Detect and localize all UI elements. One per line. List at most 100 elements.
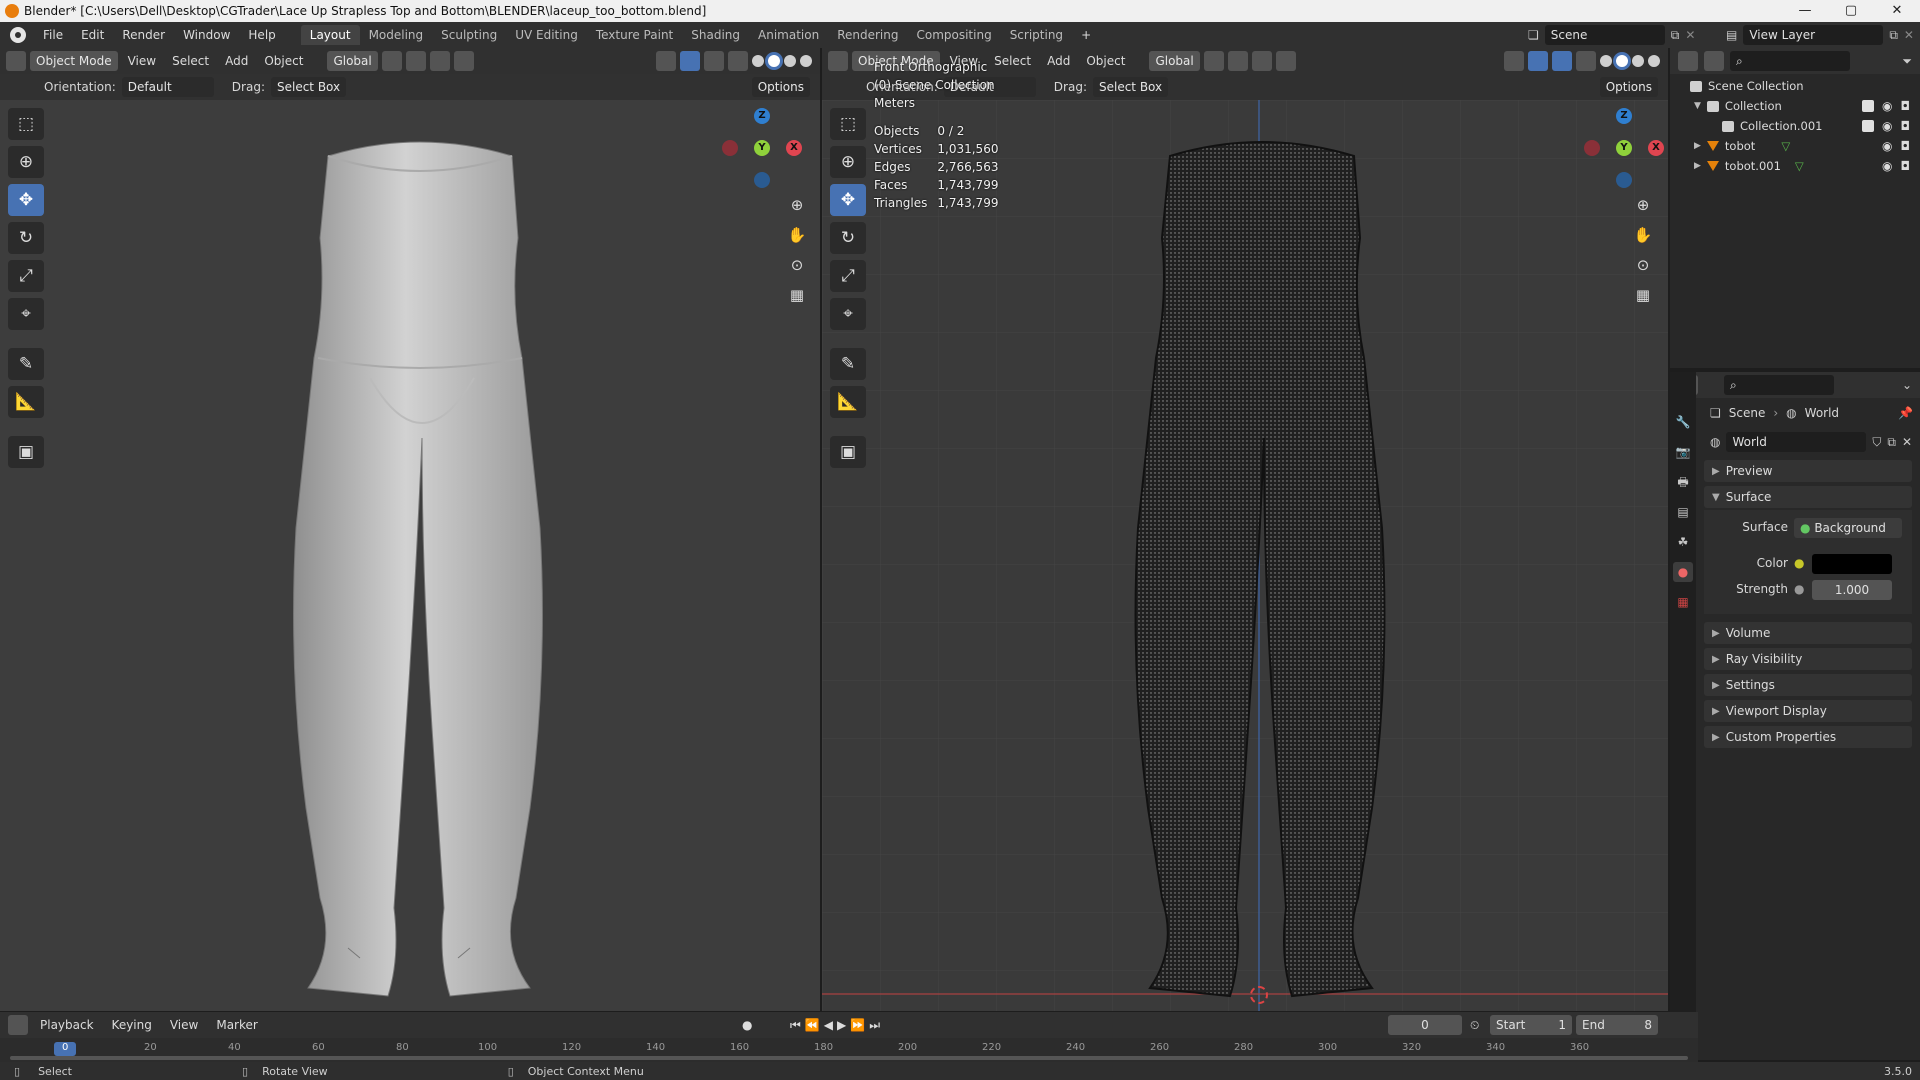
workspace-tab-animation[interactable]: Animation: [749, 25, 828, 45]
tool-tab-icon[interactable]: 🔧: [1673, 412, 1693, 432]
workspace-tab-sculpting[interactable]: Sculpting: [432, 25, 506, 45]
shading-solid-icon[interactable]: [768, 55, 780, 67]
fake-user-icon[interactable]: ⛉: [1872, 435, 1881, 450]
proportional-edit-icon[interactable]: [1251, 51, 1272, 71]
outliner-row-tobot-001[interactable]: ▶ tobot.001 ▽ ◉ ◘: [1670, 156, 1920, 176]
overlay-toggle-icon[interactable]: [1552, 51, 1572, 71]
render-tab-icon[interactable]: 📷: [1673, 442, 1693, 462]
annotate-tool[interactable]: ✎: [8, 348, 44, 380]
measure-tool[interactable]: 📐: [8, 386, 44, 418]
mesh-data-icon[interactable]: ▽: [1795, 159, 1804, 173]
auto-keying-icon[interactable]: ●: [742, 1018, 752, 1032]
eye-icon[interactable]: ◉: [1882, 159, 1892, 173]
editor-type-icon[interactable]: [8, 1015, 28, 1035]
maximize-button[interactable]: ▢: [1828, 0, 1874, 22]
rotate-tool[interactable]: ↻: [830, 222, 866, 254]
add-cube-tool[interactable]: ▣: [8, 436, 44, 468]
strength-slider[interactable]: 1.000: [1812, 580, 1892, 600]
play-reverse-icon[interactable]: ◀: [824, 1018, 833, 1033]
orthographic-grid-icon[interactable]: ▦: [784, 282, 810, 308]
menu-edit[interactable]: Edit: [72, 22, 113, 48]
output-tab-icon[interactable]: 🖶: [1673, 472, 1693, 492]
zoom-icon[interactable]: ⊕: [784, 192, 810, 218]
camera-render-icon[interactable]: ◘: [1901, 119, 1911, 133]
options-dropdown[interactable]: Options: [1599, 77, 1658, 97]
gizmo-neg-x[interactable]: [722, 140, 738, 156]
viewport-right[interactable]: Object Mode View Select Add Object Globa…: [822, 48, 1668, 1011]
blender-logo-icon[interactable]: [10, 27, 26, 43]
frame-ruler[interactable]: 0 20 40 60 80 100 120 140 160 180 200 22…: [10, 1040, 1688, 1060]
camera-view-icon[interactable]: ⊙: [784, 252, 810, 278]
pivot-icon[interactable]: [381, 51, 402, 71]
overlay-toggle-icon[interactable]: [704, 51, 724, 71]
prev-keyframe-icon[interactable]: ⏪: [805, 1018, 820, 1033]
menu-file[interactable]: File: [34, 22, 72, 48]
color-swatch[interactable]: [1812, 554, 1892, 574]
menu-help[interactable]: Help: [239, 22, 284, 48]
workspace-tab-rendering[interactable]: Rendering: [828, 25, 907, 45]
duplicate-icon[interactable]: ⧉: [1887, 435, 1896, 450]
menu-window[interactable]: Window: [174, 22, 239, 48]
jump-start-icon[interactable]: ⏮: [790, 1018, 801, 1033]
camera-render-icon[interactable]: ◘: [1901, 99, 1911, 113]
pan-hand-icon[interactable]: ✋: [1630, 222, 1656, 248]
gizmo-y-axis[interactable]: Y: [1616, 140, 1632, 156]
volume-panel-header[interactable]: ▶ Volume: [1704, 622, 1912, 644]
new-view-layer-icon[interactable]: ⧉: [1889, 28, 1898, 43]
gizmo-z-axis[interactable]: Z: [754, 108, 770, 124]
zoom-icon[interactable]: ⊕: [1630, 192, 1656, 218]
minimize-button[interactable]: —: [1782, 0, 1828, 22]
jump-end-icon[interactable]: ⏭: [869, 1018, 880, 1033]
editor-type-icon[interactable]: [1678, 51, 1698, 71]
expand-arrow-icon[interactable]: ▶: [1694, 161, 1701, 171]
editor-type-icon[interactable]: [6, 51, 26, 71]
preview-panel-header[interactable]: ▶ Preview: [1704, 460, 1912, 482]
mesh-data-icon[interactable]: ▽: [1781, 139, 1790, 153]
falloff-icon[interactable]: [1275, 51, 1296, 71]
add-cube-tool[interactable]: ▣: [830, 436, 866, 468]
transform-tool[interactable]: ⌖: [830, 298, 866, 330]
falloff-icon[interactable]: [453, 51, 474, 71]
outliner-row-scene-collection[interactable]: Scene Collection: [1670, 76, 1920, 96]
eye-icon[interactable]: ◉: [1882, 99, 1892, 113]
close-button[interactable]: ✕: [1874, 0, 1920, 22]
view-layer-selector[interactable]: View Layer: [1743, 25, 1884, 45]
camera-view-icon[interactable]: ⊙: [1630, 252, 1656, 278]
object-mode-dropdown[interactable]: Object Mode: [30, 51, 118, 71]
drag-dropdown[interactable]: Select Box: [270, 77, 347, 97]
drag-dropdown[interactable]: Select Box: [1092, 77, 1169, 97]
select-box-tool[interactable]: ⬚: [830, 108, 866, 140]
play-icon[interactable]: ▶: [837, 1018, 846, 1033]
visibility-icon[interactable]: [656, 51, 676, 71]
eye-icon[interactable]: ◉: [1882, 119, 1892, 133]
outliner-row-collection-001[interactable]: Collection.001 ◉ ◘: [1670, 116, 1920, 136]
filter-icon[interactable]: ⏷: [1902, 54, 1912, 69]
shading-rendered-icon[interactable]: [800, 55, 812, 67]
camera-render-icon[interactable]: ◘: [1901, 159, 1911, 173]
dropdown-arrow-icon[interactable]: ⌄: [1902, 378, 1912, 392]
shading-wireframe-icon[interactable]: [1600, 55, 1612, 67]
menu-view[interactable]: View: [122, 54, 162, 68]
gizmo-neg-z[interactable]: [754, 172, 770, 188]
unlink-icon[interactable]: ✕: [1902, 435, 1912, 449]
menu-add[interactable]: Add: [219, 54, 254, 68]
shading-rendered-icon[interactable]: [1648, 55, 1660, 67]
expand-arrow-icon[interactable]: ▼: [1694, 101, 1701, 111]
exclude-checkbox[interactable]: [1862, 100, 1875, 112]
transform-orientation-dropdown[interactable]: Global: [327, 51, 378, 71]
menu-select[interactable]: Select: [166, 54, 215, 68]
menu-keying[interactable]: Keying: [106, 1018, 158, 1032]
add-workspace-button[interactable]: +: [1072, 22, 1100, 48]
orientation-dropdown[interactable]: Default: [121, 77, 214, 97]
scene-tab-icon[interactable]: ☘: [1673, 532, 1693, 552]
display-mode-icon[interactable]: [1704, 51, 1724, 71]
shading-solid-icon[interactable]: [1616, 55, 1628, 67]
outliner-row-collection[interactable]: ▼ Collection ◉ ◘: [1670, 96, 1920, 116]
workspace-tab-uv-editing[interactable]: UV Editing: [506, 25, 587, 45]
gizmo-x-axis[interactable]: X: [1648, 140, 1664, 156]
cursor-tool[interactable]: ⊕: [830, 146, 866, 178]
gizmo-y-axis[interactable]: Y: [754, 140, 770, 156]
properties-search-input[interactable]: ⌕: [1724, 375, 1834, 395]
scale-tool[interactable]: ⤢: [830, 260, 866, 292]
next-keyframe-icon[interactable]: ⏩: [850, 1018, 865, 1033]
